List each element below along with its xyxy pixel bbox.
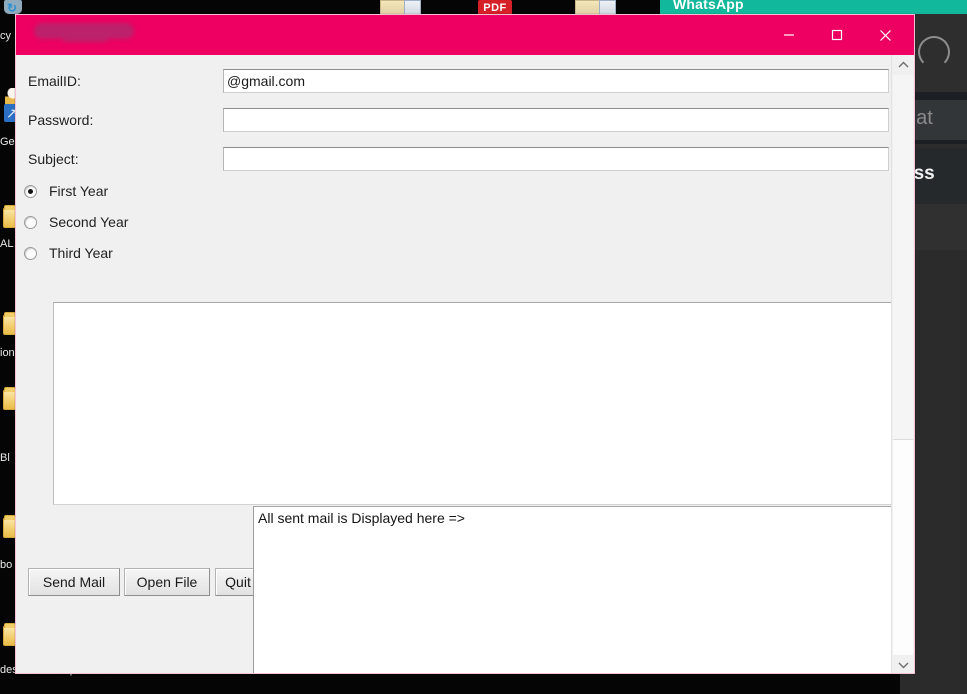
chevron-down-icon <box>898 661 909 669</box>
open-file-button[interactable]: Open File <box>124 568 210 596</box>
desktop-icon-label: ion <box>0 347 15 359</box>
subject-label: Subject: <box>28 151 79 167</box>
close-button[interactable] <box>862 15 908 55</box>
maximize-button[interactable] <box>814 15 860 55</box>
password-input[interactable] <box>223 108 889 132</box>
desktop-icon-label: cy <box>0 30 11 42</box>
desktop-icon-label: Bl <box>0 452 10 464</box>
loading-spinner-icon <box>918 36 950 68</box>
email-input[interactable] <box>223 69 889 93</box>
radio-third-year-label: Third Year <box>49 245 113 261</box>
radio-second-year[interactable]: Second Year <box>24 212 128 232</box>
window-title-redaction <box>34 23 134 39</box>
password-label: Password: <box>28 112 93 128</box>
mail-sender-window: EmailID: Password: Subject: First Year S… <box>15 14 915 674</box>
radio-third-year[interactable]: Third Year <box>24 243 113 263</box>
radio-first-year[interactable]: First Year <box>24 181 108 201</box>
close-icon <box>879 29 892 42</box>
message-body-textarea[interactable] <box>53 302 893 505</box>
scrollbar-thumb[interactable] <box>893 75 913 439</box>
sent-mail-output-textarea[interactable] <box>253 506 893 674</box>
minimize-button[interactable] <box>766 15 812 55</box>
email-label: EmailID: <box>28 73 81 89</box>
radio-indicator-icon <box>24 247 37 260</box>
scroll-up-button[interactable] <box>892 55 914 75</box>
send-mail-button[interactable]: Send Mail <box>28 568 120 596</box>
whatsapp-title: WhatsApp <box>673 0 744 12</box>
subject-input[interactable] <box>223 147 889 171</box>
window-titlebar[interactable] <box>16 15 915 55</box>
maximize-icon <box>831 29 843 41</box>
recycle-arrow-icon: ↻ <box>7 1 17 15</box>
scroll-down-button[interactable] <box>892 655 914 674</box>
radio-indicator-icon <box>24 216 37 229</box>
radio-second-year-label: Second Year <box>49 214 128 230</box>
desktop-icon-label: bo <box>0 559 12 571</box>
radio-indicator-icon <box>24 185 37 198</box>
desktop-icon-label: AL <box>0 238 13 250</box>
chevron-up-icon <box>898 61 909 69</box>
desktop-icon-label: Ge <box>0 136 15 148</box>
window-vertical-scrollbar[interactable] <box>891 55 914 674</box>
radio-first-year-label: First Year <box>49 183 108 199</box>
scrollbar-track[interactable] <box>893 439 913 655</box>
window-client-area: EmailID: Password: Subject: First Year S… <box>16 55 894 674</box>
minimize-icon <box>783 29 795 41</box>
